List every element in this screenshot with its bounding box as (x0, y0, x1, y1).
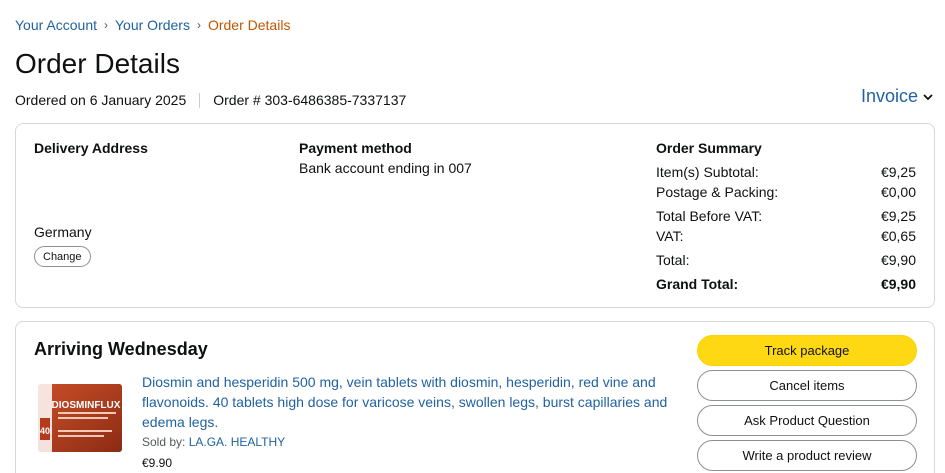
track-package-button[interactable]: Track package (697, 335, 917, 366)
breadcrumb-your-orders[interactable]: Your Orders (115, 17, 190, 33)
delivery-country: Germany (34, 224, 92, 240)
page-title: Order Details (15, 48, 180, 79)
order-number: Order # 303-6486385-7337137 (213, 92, 407, 108)
sold-by: Sold by: LA.GA. HEALTHY (142, 435, 285, 449)
ask-product-question-button[interactable]: Ask Product Question (697, 405, 917, 436)
write-review-button[interactable]: Write a product review (697, 440, 917, 471)
payment-method-text: Bank account ending in 007 (299, 160, 472, 176)
summary-value: €0,00 (880, 184, 916, 200)
summary-grand-total-row: Grand Total: €9,90 (656, 276, 916, 292)
arrival-status: Arriving Wednesday (34, 339, 208, 359)
order-info-box: Delivery Address Germany Change Payment … (15, 123, 935, 308)
summary-row: VAT: €0,65 (656, 228, 916, 244)
summary-row: Total: €9,90 (656, 252, 916, 268)
change-address-button[interactable]: Change (34, 246, 91, 267)
product-count-label: 40 (40, 426, 50, 436)
summary-label: Total Before VAT: (656, 208, 763, 224)
breadcrumb: Your Account › Your Orders › Order Detai… (15, 17, 290, 33)
summary-value: €9,25 (880, 208, 916, 224)
summary-row: Total Before VAT: €9,25 (656, 208, 916, 224)
summary-label: Postage & Packing: (656, 184, 779, 200)
seller-link[interactable]: LA.GA. HEALTHY (189, 435, 285, 449)
chevron-down-icon (923, 93, 933, 100)
summary-row: Item(s) Subtotal: €9,25 (656, 164, 916, 180)
shipment-box: Arriving Wednesday 40 DIOSMINFLUX Diosmi… (15, 321, 935, 473)
meta-divider (199, 92, 201, 108)
product-brand-label: DIOSMINFLUX (52, 400, 121, 411)
delivery-address-title: Delivery Address (34, 140, 148, 156)
summary-row: Postage & Packing: €0,00 (656, 184, 916, 200)
summary-label: Grand Total: (656, 276, 739, 292)
summary-label: Item(s) Subtotal: (656, 164, 759, 180)
summary-value: €9,90 (880, 276, 916, 292)
invoice-dropdown[interactable]: Invoice (861, 86, 933, 107)
summary-value: €9,25 (880, 164, 916, 180)
summary-value: €9,90 (880, 252, 916, 268)
breadcrumb-your-account[interactable]: Your Account (15, 17, 97, 33)
cancel-items-button[interactable]: Cancel items (697, 370, 917, 401)
breadcrumb-separator: › (104, 18, 108, 32)
order-meta: Ordered on 6 January 2025 Order # 303-64… (15, 92, 406, 108)
breadcrumb-current: Order Details (207, 17, 291, 33)
breadcrumb-separator: › (196, 18, 201, 32)
summary-value: €0,65 (880, 228, 916, 244)
order-summary-title: Order Summary (656, 140, 762, 156)
product-price: €9.90 (142, 456, 173, 470)
invoice-label: Invoice (860, 86, 918, 106)
sold-by-label: Sold by: (142, 435, 186, 449)
summary-label: VAT: (656, 228, 684, 244)
product-image[interactable]: 40 DIOSMINFLUX (34, 378, 126, 456)
summary-label: Total: (656, 252, 690, 268)
ordered-on-date: Ordered on 6 January 2025 (15, 92, 187, 108)
payment-method-title: Payment method (299, 140, 412, 156)
product-title-link[interactable]: Diosmin and hesperidin 500 mg, vein tabl… (142, 372, 682, 432)
